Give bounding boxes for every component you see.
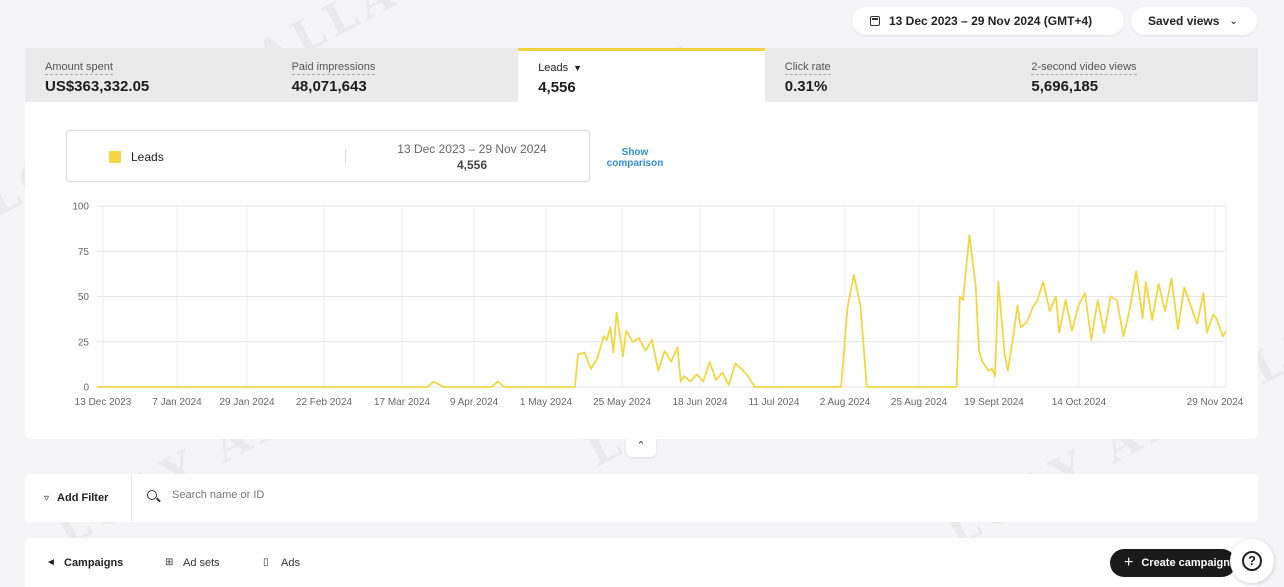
- x-tick-label: 17 Mar 2024: [374, 397, 431, 408]
- tab-ad-sets[interactable]: ⊞ Ad sets: [165, 557, 220, 569]
- metric-click-rate[interactable]: Click rate 0.31%: [764, 48, 1012, 102]
- metric-label-wrap: Leads ▼: [538, 62, 582, 75]
- y-tick-label: 25: [78, 337, 90, 348]
- metric-value: 5,696,185: [1031, 78, 1099, 95]
- date-range-label: 13 Dec 2023 – 29 Nov 2024 (GMT+4): [889, 14, 1093, 28]
- create-campaign-label: Create campaign: [1141, 557, 1230, 569]
- tab-ads[interactable]: ▯ Ads: [263, 557, 300, 569]
- caret-down-icon[interactable]: ▼: [573, 63, 582, 73]
- saved-views-dropdown[interactable]: Saved views ⌄: [1131, 7, 1257, 35]
- plus-icon: +: [1124, 554, 1134, 571]
- calendar-icon: [870, 16, 880, 26]
- series-line-leads: [97, 234, 1227, 388]
- add-filter-button[interactable]: ▿ Add Filter: [25, 474, 132, 522]
- x-tick-label: 19 Sept 2024: [964, 397, 1024, 408]
- search-input[interactable]: [172, 489, 472, 501]
- metric-amount-spent[interactable]: Amount spent US$363,332.05: [25, 48, 272, 102]
- metric-value: 48,071,643: [291, 78, 367, 95]
- x-tick-label: 2 Aug 2024: [820, 397, 871, 408]
- collapse-chart-button[interactable]: ⌃: [626, 437, 656, 457]
- help-button[interactable]: ?: [1230, 539, 1274, 583]
- metric-value: 4,556: [538, 79, 576, 96]
- metric-value: 0.31%: [784, 78, 828, 95]
- metric-label: Amount spent: [45, 61, 113, 75]
- chevron-up-icon: ⌃: [636, 440, 646, 452]
- metric-leads[interactable]: Leads ▼ 4,556: [518, 48, 765, 104]
- y-tick-label: 0: [83, 383, 89, 394]
- x-tick-label: 9 Apr 2024: [450, 397, 499, 408]
- metric-label: Click rate: [784, 61, 831, 75]
- level-tabs: ◄ Campaigns ⊞ Ad sets ▯ Ads + Create cam…: [25, 538, 1258, 587]
- x-tick-label: 25 May 2024: [593, 397, 651, 408]
- search-box: [147, 489, 472, 501]
- tab-campaigns[interactable]: ◄ Campaigns: [46, 557, 123, 569]
- metric-paid-impressions[interactable]: Paid impressions 48,071,643: [271, 48, 519, 102]
- x-tick-label: 11 Jul 2024: [749, 397, 800, 408]
- x-tick-label: 25 Aug 2024: [891, 397, 948, 408]
- x-tick-label: 29 Nov 2024: [1187, 397, 1244, 408]
- date-range-picker[interactable]: 13 Dec 2023 – 29 Nov 2024 (GMT+4): [852, 7, 1124, 35]
- megaphone-icon: ◄: [46, 557, 56, 568]
- y-tick-label: 50: [78, 292, 90, 303]
- metric-label: Paid impressions: [291, 61, 376, 75]
- create-campaign-button[interactable]: + Create campaign: [1110, 549, 1236, 577]
- chart-card: Leads 13 Dec 2023 – 29 Nov 2024 4,556 Sh…: [25, 102, 1258, 439]
- tab-label: Ad sets: [183, 557, 220, 569]
- metric-video-views[interactable]: 2-second video views 5,696,185: [1011, 48, 1258, 102]
- question-icon: ?: [1242, 551, 1262, 571]
- chevron-down-icon: ⌄: [1229, 15, 1238, 27]
- x-tick-label: 18 Jun 2024: [672, 397, 727, 408]
- x-tick-label: 29 Jan 2024: [219, 397, 274, 408]
- x-tick-label: 7 Jan 2024: [152, 397, 202, 408]
- y-tick-label: 100: [72, 202, 89, 213]
- filter-icon: ▿: [44, 492, 50, 504]
- grid-icon: ⊞: [165, 557, 174, 568]
- leads-line-chart: 0 25 50 75 100 13 Dec 2023 7 Jan 2024 29 Jan 20…: [72, 202, 1244, 409]
- x-tick-label: 22 Feb 2024: [296, 397, 353, 408]
- x-tick-label: 14 Oct 2024: [1052, 397, 1107, 408]
- tab-label: Ads: [281, 557, 300, 569]
- phone-icon: ▯: [263, 557, 269, 568]
- filter-bar: ▿ Add Filter: [25, 474, 1258, 522]
- add-filter-label: Add Filter: [57, 492, 109, 504]
- saved-views-label: Saved views: [1148, 14, 1220, 28]
- metric-tabs: Amount spent US$363,332.05 Paid impressi…: [25, 48, 1258, 104]
- metric-value: US$363,332.05: [45, 78, 150, 95]
- x-tick-label: 1 May 2024: [520, 397, 573, 408]
- tab-label: Campaigns: [64, 557, 124, 569]
- metric-label: 2-second video views: [1031, 61, 1137, 75]
- x-tick-label: 13 Dec 2023: [75, 397, 132, 408]
- search-icon: [147, 490, 157, 500]
- metric-label: Leads: [538, 62, 569, 74]
- y-tick-label: 75: [78, 247, 90, 258]
